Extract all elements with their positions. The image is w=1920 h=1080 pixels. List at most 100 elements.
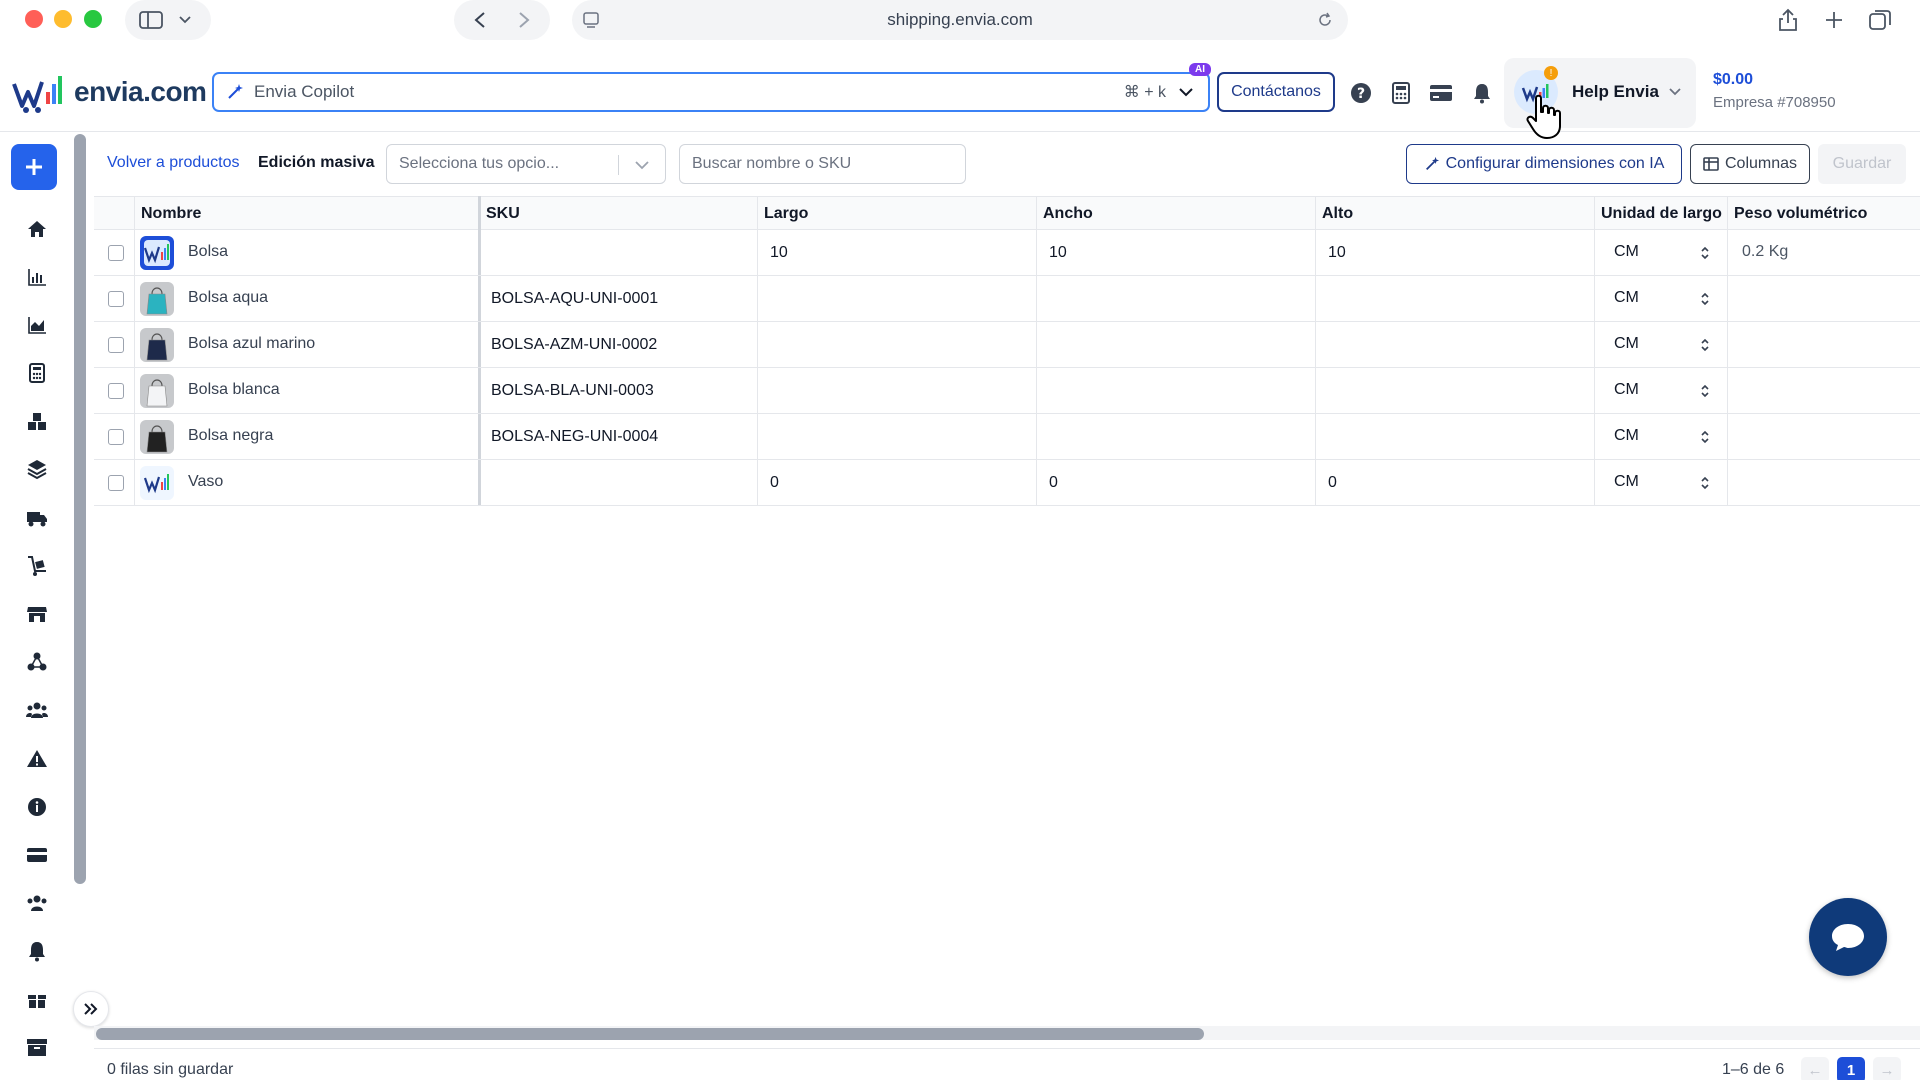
info-icon[interactable] (24, 794, 50, 820)
table-row[interactable]: Bolsa blanca BOLSA-BLA-UNI-0003 CM (94, 368, 1920, 414)
product-name[interactable]: Vaso (188, 473, 223, 491)
truck-icon[interactable] (24, 505, 50, 531)
bar-chart-icon[interactable] (24, 264, 50, 290)
unit-select[interactable]: CM (1614, 289, 1639, 307)
horizontal-scroll-thumb[interactable] (96, 1028, 1204, 1040)
boxes-icon[interactable] (24, 408, 50, 434)
credit-card-icon[interactable] (1428, 80, 1454, 106)
copilot-search[interactable]: Envia Copilot ⌘ + k (212, 72, 1210, 112)
bell-icon[interactable] (24, 938, 50, 964)
sku-cell[interactable]: BOLSA-AQU-UNI-0001 (491, 276, 658, 322)
table-row[interactable]: Vaso 0 0 0 CM (94, 460, 1920, 506)
options-select[interactable]: Selecciona tus opcio... (386, 144, 666, 184)
chat-support-button[interactable] (1809, 898, 1887, 976)
product-name[interactable]: Bolsa (188, 243, 228, 261)
unit-select[interactable]: CM (1614, 427, 1639, 445)
table-row[interactable]: Bolsa 10 10 10 CM 0.2 Kg (94, 230, 1920, 276)
balance[interactable]: $0.00 (1713, 71, 1753, 89)
largo-cell[interactable]: 0 (770, 460, 779, 506)
address-bar[interactable]: shipping.envia.com (572, 0, 1348, 40)
next-page-button[interactable]: → (1873, 1057, 1901, 1080)
users-icon[interactable] (24, 697, 50, 723)
sidebar-scrollbar[interactable] (74, 134, 86, 884)
plus-icon (26, 159, 42, 175)
row-checkbox[interactable] (108, 337, 124, 353)
contact-button[interactable]: Contáctanos (1217, 72, 1335, 112)
layers-icon[interactable] (24, 456, 50, 482)
volumetric-weight-cell: 0.2 Kg (1742, 243, 1789, 260)
cell-divider (1036, 230, 1037, 276)
row-checkbox[interactable] (108, 291, 124, 307)
back-to-products-link[interactable]: Volver a productos (107, 154, 240, 172)
notifications-bell-icon[interactable] (1469, 80, 1495, 106)
area-chart-icon[interactable] (24, 312, 50, 338)
product-name[interactable]: Bolsa blanca (188, 381, 280, 399)
new-tab-icon[interactable] (1820, 6, 1848, 34)
col-header-alto[interactable]: Alto (1322, 205, 1353, 223)
expand-sidebar-button[interactable] (73, 991, 109, 1027)
create-new-button[interactable] (11, 144, 57, 190)
unit-select[interactable]: CM (1614, 243, 1639, 261)
chevron-down-icon[interactable] (1178, 82, 1194, 102)
archive-icon[interactable] (24, 1034, 50, 1060)
col-divider (1727, 197, 1728, 231)
team-icon[interactable] (24, 890, 50, 916)
save-button[interactable]: Guardar (1818, 144, 1906, 184)
columns-button[interactable]: Columnas (1690, 144, 1810, 184)
unit-select[interactable]: CM (1614, 473, 1639, 491)
table-row[interactable]: Bolsa aqua BOLSA-AQU-UNI-0001 CM (94, 276, 1920, 322)
col-header-ancho[interactable]: Ancho (1043, 205, 1093, 223)
table-row[interactable]: Bolsa azul marino BOLSA-AZM-UNI-0002 CM (94, 322, 1920, 368)
cell-divider (757, 276, 758, 322)
row-checkbox[interactable] (108, 429, 124, 445)
columns-icon (1703, 157, 1719, 171)
cell-divider (1594, 368, 1595, 414)
tabs-overview-icon[interactable] (1866, 6, 1894, 34)
dolly-icon[interactable] (24, 553, 50, 579)
reload-icon[interactable] (1316, 11, 1334, 29)
home-icon[interactable] (24, 216, 50, 242)
largo-cell[interactable]: 10 (770, 230, 788, 276)
configure-dimensions-ai-button[interactable]: Configurar dimensiones con IA (1406, 144, 1682, 184)
search-input[interactable] (679, 144, 966, 184)
row-checkbox[interactable] (108, 475, 124, 491)
product-name[interactable]: Bolsa aqua (188, 289, 268, 307)
ancho-cell[interactable]: 10 (1049, 230, 1067, 276)
col-header-sku[interactable]: SKU (486, 205, 520, 223)
back-forward-icon[interactable] (462, 10, 542, 30)
zoom-window-button[interactable] (84, 10, 102, 28)
cell-divider (134, 322, 135, 368)
ancho-cell[interactable]: 0 (1049, 460, 1058, 506)
card-icon[interactable] (24, 842, 50, 868)
sku-cell[interactable]: BOLSA-BLA-UNI-0003 (491, 368, 654, 414)
col-header-peso[interactable]: Peso volumétrico (1734, 205, 1867, 223)
gift-icon[interactable] (24, 986, 50, 1012)
sku-cell[interactable]: BOLSA-NEG-UNI-0004 (491, 414, 658, 460)
warning-icon[interactable] (24, 746, 50, 772)
network-icon[interactable] (24, 649, 50, 675)
row-checkbox[interactable] (108, 383, 124, 399)
col-header-nombre[interactable]: Nombre (141, 205, 201, 223)
share-icon[interactable] (1774, 6, 1802, 34)
calculator-icon[interactable] (1388, 80, 1414, 106)
help-icon[interactable]: ? (1348, 80, 1374, 106)
close-window-button[interactable] (25, 10, 43, 28)
sidebar-toggle-button[interactable] (125, 0, 211, 40)
minimize-window-button[interactable] (54, 10, 72, 28)
product-name[interactable]: Bolsa negra (188, 427, 273, 445)
unit-select[interactable]: CM (1614, 381, 1639, 399)
product-name[interactable]: Bolsa azul marino (188, 335, 315, 353)
col-header-largo[interactable]: Largo (764, 205, 808, 223)
alto-cell[interactable]: 10 (1328, 230, 1346, 276)
calculator-icon[interactable] (24, 360, 50, 386)
col-header-unidad[interactable]: Unidad de largo (1601, 205, 1722, 223)
envia-logo[interactable]: envia.com (12, 70, 207, 114)
row-checkbox[interactable] (108, 245, 124, 261)
store-icon[interactable] (24, 601, 50, 627)
alto-cell[interactable]: 0 (1328, 460, 1337, 506)
unit-select[interactable]: CM (1614, 335, 1639, 353)
prev-page-button[interactable]: ← (1801, 1057, 1829, 1080)
sku-cell[interactable]: BOLSA-AZM-UNI-0002 (491, 322, 657, 368)
current-page-button[interactable]: 1 (1837, 1057, 1865, 1080)
table-row[interactable]: Bolsa negra BOLSA-NEG-UNI-0004 CM (94, 414, 1920, 460)
